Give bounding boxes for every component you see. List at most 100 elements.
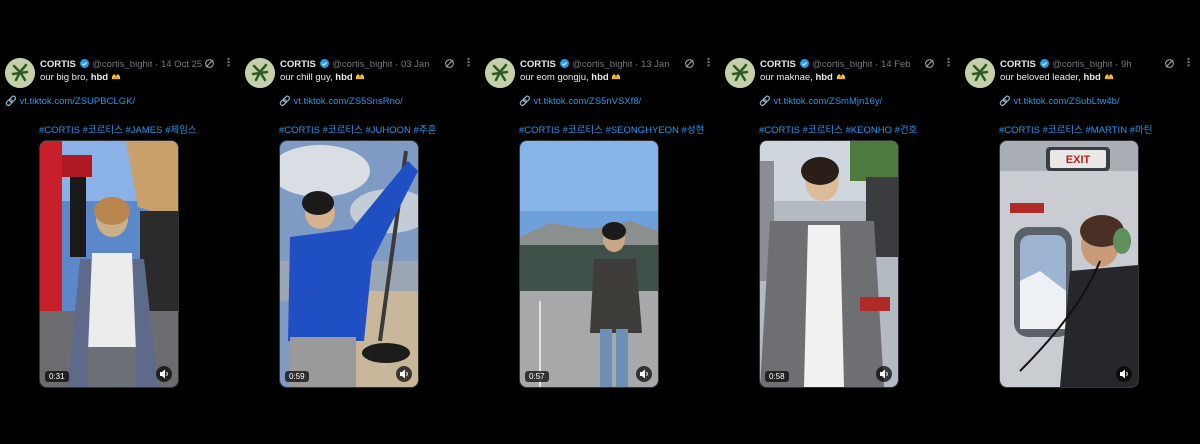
more-icon[interactable]: ⋮ [703, 56, 714, 69]
account-name[interactable]: CORTIS [1000, 59, 1036, 70]
more-icon[interactable]: ⋮ [463, 56, 474, 69]
video-image-seonghyeon [520, 141, 658, 387]
video-image-james [40, 141, 178, 387]
volume-icon[interactable] [396, 366, 412, 382]
tweet-4[interactable]: CORTIS @cortis_bighit · 14 Feb ⋮ our mak… [725, 56, 961, 388]
separator: · [395, 59, 399, 70]
hashtags[interactable]: #CORTIS #코르티스 #MARTIN #마틴 [999, 122, 1152, 136]
link-icon: 🔗 [519, 96, 531, 107]
tweet-date[interactable]: 03 Jan [401, 59, 430, 70]
verified-badge-icon [79, 59, 89, 68]
hashtags[interactable]: #CORTIS #코르티스 #SEONGHYEON #성현 [519, 122, 704, 136]
tweet-text: our big bro, hbd [40, 72, 121, 83]
tweet-text-bold: hbd [1083, 72, 1101, 83]
tweet-text-prefix: our maknae, [760, 72, 816, 83]
verified-badge-icon [1039, 59, 1049, 68]
tiktok-link[interactable]: 🔗 vt.tiktok.com/ZS5SnsRno/ [279, 96, 403, 107]
tweet-text: our beloved leader, hbd [1000, 72, 1114, 83]
account-name[interactable]: CORTIS [520, 59, 556, 70]
hashtags[interactable]: #CORTIS #코르티스 #KEONHO #건호 [759, 122, 917, 136]
tiktok-link[interactable]: 🔗 vt.tiktok.com/ZSubLtw4b/ [999, 96, 1120, 107]
exit-sign: EXIT [1066, 154, 1091, 166]
tweet-3[interactable]: CORTIS @cortis_bighit · 13 Jan ⋮ our eom… [485, 56, 721, 388]
avatar[interactable] [965, 58, 995, 88]
account-handle[interactable]: @cortis_bighit [92, 59, 152, 70]
link-text[interactable]: vt.tiktok.com/ZS5SnsRno/ [293, 96, 402, 107]
video-thumbnail[interactable]: 0:59 [279, 140, 419, 388]
tweet-text-bold: hbd [815, 72, 833, 83]
verified-badge-icon [799, 59, 809, 68]
video-thumbnail[interactable]: EXIT [999, 140, 1139, 388]
grok-icon[interactable] [684, 58, 695, 69]
separator: · [635, 59, 639, 70]
separator: · [875, 59, 879, 70]
grok-icon[interactable] [204, 58, 215, 69]
account-handle[interactable]: @cortis_bighit [1052, 59, 1112, 70]
tiktok-link[interactable]: 🔗 vt.tiktok.com/ZS5nVSXf8/ [519, 96, 641, 107]
video-duration: 0:59 [285, 371, 309, 382]
verified-badge-icon [559, 59, 569, 68]
volume-icon[interactable] [636, 366, 652, 382]
more-icon[interactable]: ⋮ [943, 56, 954, 69]
tweet-text-bold: hbd [591, 72, 609, 83]
grok-icon[interactable] [1164, 58, 1175, 69]
tweet-date[interactable]: 13 Jan [641, 59, 670, 70]
link-icon: 🔗 [279, 96, 291, 107]
grok-icon[interactable] [444, 58, 455, 69]
separator: · [155, 59, 159, 70]
volume-icon[interactable] [876, 366, 892, 382]
avatar[interactable] [485, 58, 515, 88]
tweet-2[interactable]: CORTIS @cortis_bighit · 03 Jan ⋮ our chi… [245, 56, 481, 388]
account-handle[interactable]: @cortis_bighit [572, 59, 632, 70]
tweet-date[interactable]: 9h [1121, 59, 1132, 70]
tweet-text-prefix: our beloved leader, [1000, 72, 1084, 83]
link-icon: 🔗 [999, 96, 1011, 107]
hands-emoji-icon [1104, 74, 1113, 80]
tweet-text-prefix: our big bro, [40, 72, 91, 83]
video-image-martin: EXIT [1000, 141, 1138, 387]
account-name[interactable]: CORTIS [760, 59, 796, 70]
avatar[interactable] [5, 58, 35, 88]
hands-emoji-icon [356, 74, 365, 80]
tiktok-link[interactable]: 🔗 vt.tiktok.com/ZSUPBCLGK/ [5, 96, 135, 107]
grok-icon[interactable] [924, 58, 935, 69]
verified-badge-icon [319, 59, 329, 68]
hashtags[interactable]: #CORTIS #코르티스 #JAMES #제임스 [39, 122, 197, 136]
video-image-keonho [760, 141, 898, 387]
volume-icon[interactable] [1116, 366, 1132, 382]
link-icon: 🔗 [759, 96, 771, 107]
volume-icon[interactable] [156, 366, 172, 382]
tweet-text: our eom gongju, hbd [520, 72, 621, 83]
account-handle[interactable]: @cortis_bighit [332, 59, 392, 70]
account-name[interactable]: CORTIS [280, 59, 316, 70]
tweet-1[interactable]: CORTIS @cortis_bighit · 14 Oct 25 ⋮ our … [5, 56, 241, 388]
tweet-text-prefix: our chill guy, [280, 72, 336, 83]
hands-emoji-icon [111, 74, 120, 80]
video-thumbnail[interactable]: 0:57 [519, 140, 659, 388]
tweet-text: our maknae, hbd [760, 72, 846, 83]
video-thumbnail[interactable]: 0:58 [759, 140, 899, 388]
hands-emoji-icon [612, 74, 621, 80]
avatar[interactable] [245, 58, 275, 88]
hashtags[interactable]: #CORTIS #코르티스 #JUHOON #주훈 [279, 122, 436, 136]
video-thumbnail[interactable]: 0:31 [39, 140, 179, 388]
link-text[interactable]: vt.tiktok.com/ZSUPBCLGK/ [19, 96, 135, 107]
tweet-date[interactable]: 14 Oct 25 [161, 59, 202, 70]
tweet-5[interactable]: CORTIS @cortis_bighit · 9h ⋮ our beloved… [965, 56, 1200, 388]
link-text[interactable]: vt.tiktok.com/ZSubLtw4b/ [1013, 96, 1119, 107]
video-duration: 0:57 [525, 371, 549, 382]
tweet-text-bold: hbd [90, 72, 109, 83]
link-icon: 🔗 [5, 96, 17, 107]
link-text[interactable]: vt.tiktok.com/ZSmMjn16y/ [773, 96, 882, 107]
link-text[interactable]: vt.tiktok.com/ZS5nVSXf8/ [533, 96, 641, 107]
video-duration: 0:31 [45, 371, 69, 382]
more-icon[interactable]: ⋮ [1183, 56, 1194, 69]
separator: · [1115, 59, 1119, 70]
tiktok-link[interactable]: 🔗 vt.tiktok.com/ZSmMjn16y/ [759, 96, 882, 107]
account-handle[interactable]: @cortis_bighit [812, 59, 872, 70]
account-name[interactable]: CORTIS [40, 59, 76, 70]
video-duration: 0:58 [765, 371, 789, 382]
more-icon[interactable]: ⋮ [223, 56, 234, 69]
avatar[interactable] [725, 58, 755, 88]
tweet-date[interactable]: 14 Feb [881, 59, 911, 70]
